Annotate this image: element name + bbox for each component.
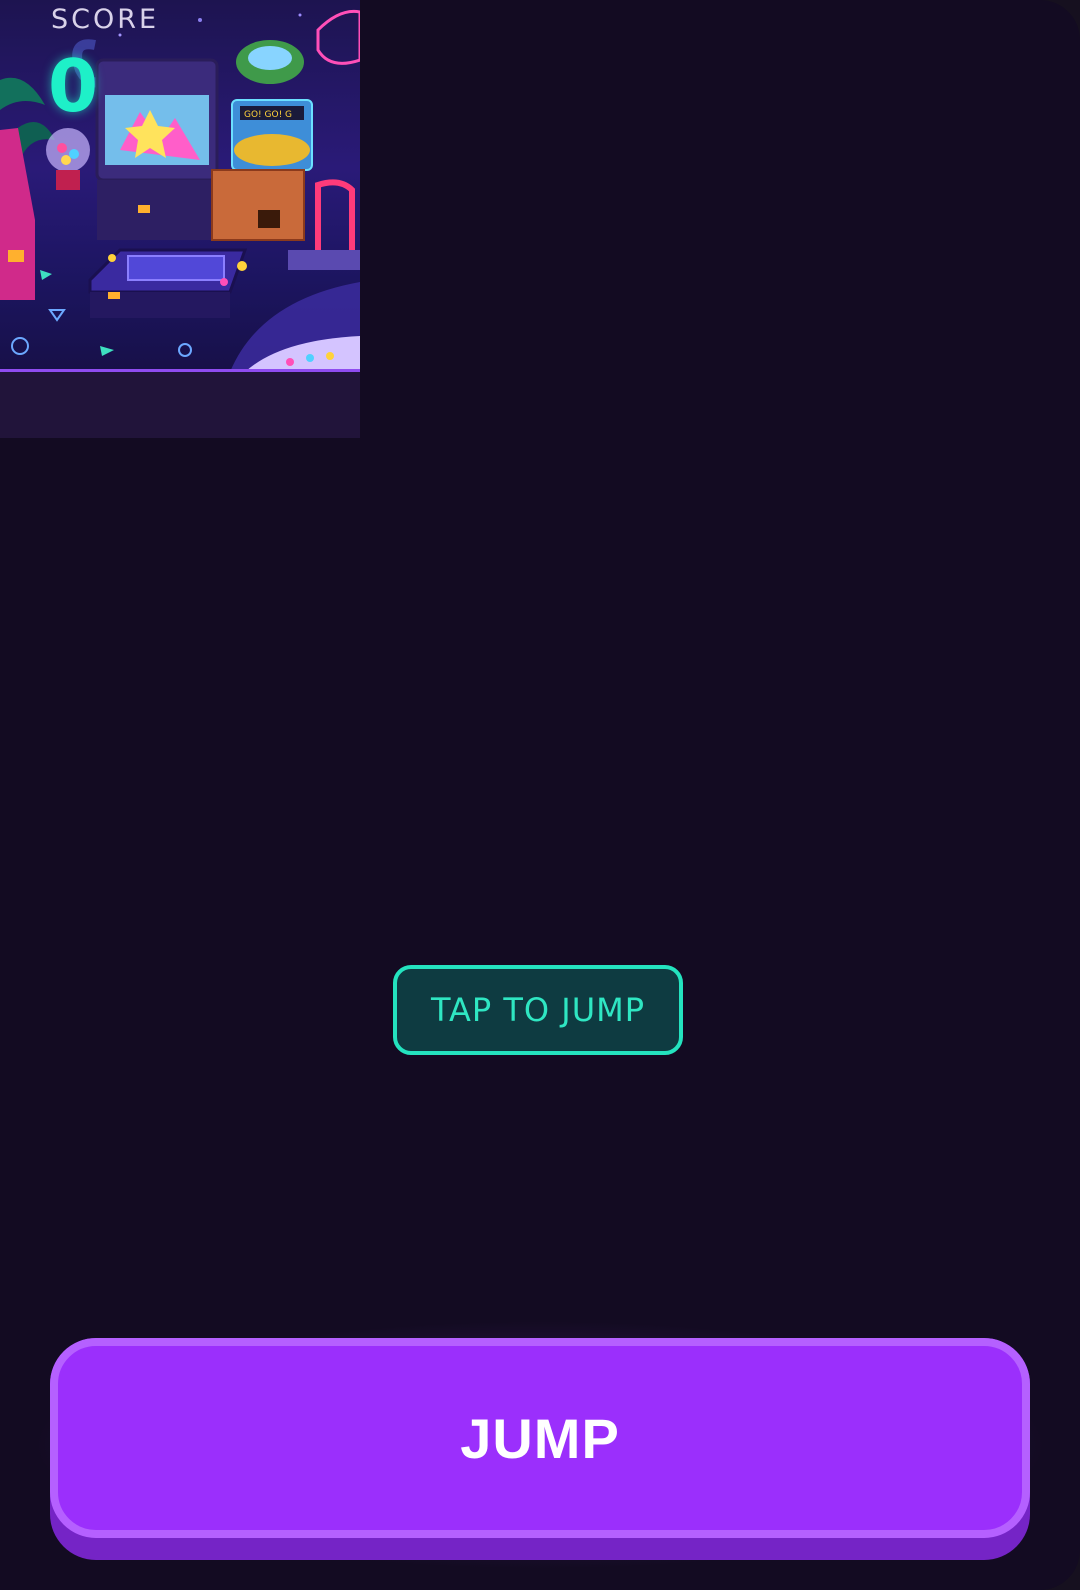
score-label: SCORE — [51, 4, 160, 35]
score-value: 0 — [48, 44, 99, 128]
jump-button[interactable]: JUMP — [50, 1338, 1030, 1560]
arcade-scene-image: GO! GO! G SCORE 0 — [0, 0, 360, 372]
go-go-sign-text: GO! GO! G — [244, 110, 292, 120]
jump-button-face[interactable]: JUMP — [50, 1338, 1030, 1538]
scene-ground-strip — [0, 372, 360, 438]
tap-to-jump-hint[interactable]: TAP TO JUMP — [393, 965, 683, 1055]
jump-button-label: JUMP — [460, 1406, 620, 1470]
game-screen[interactable]: GO! GO! G SCORE 0 TAP TO JUMP JUMP — [0, 0, 1080, 1590]
